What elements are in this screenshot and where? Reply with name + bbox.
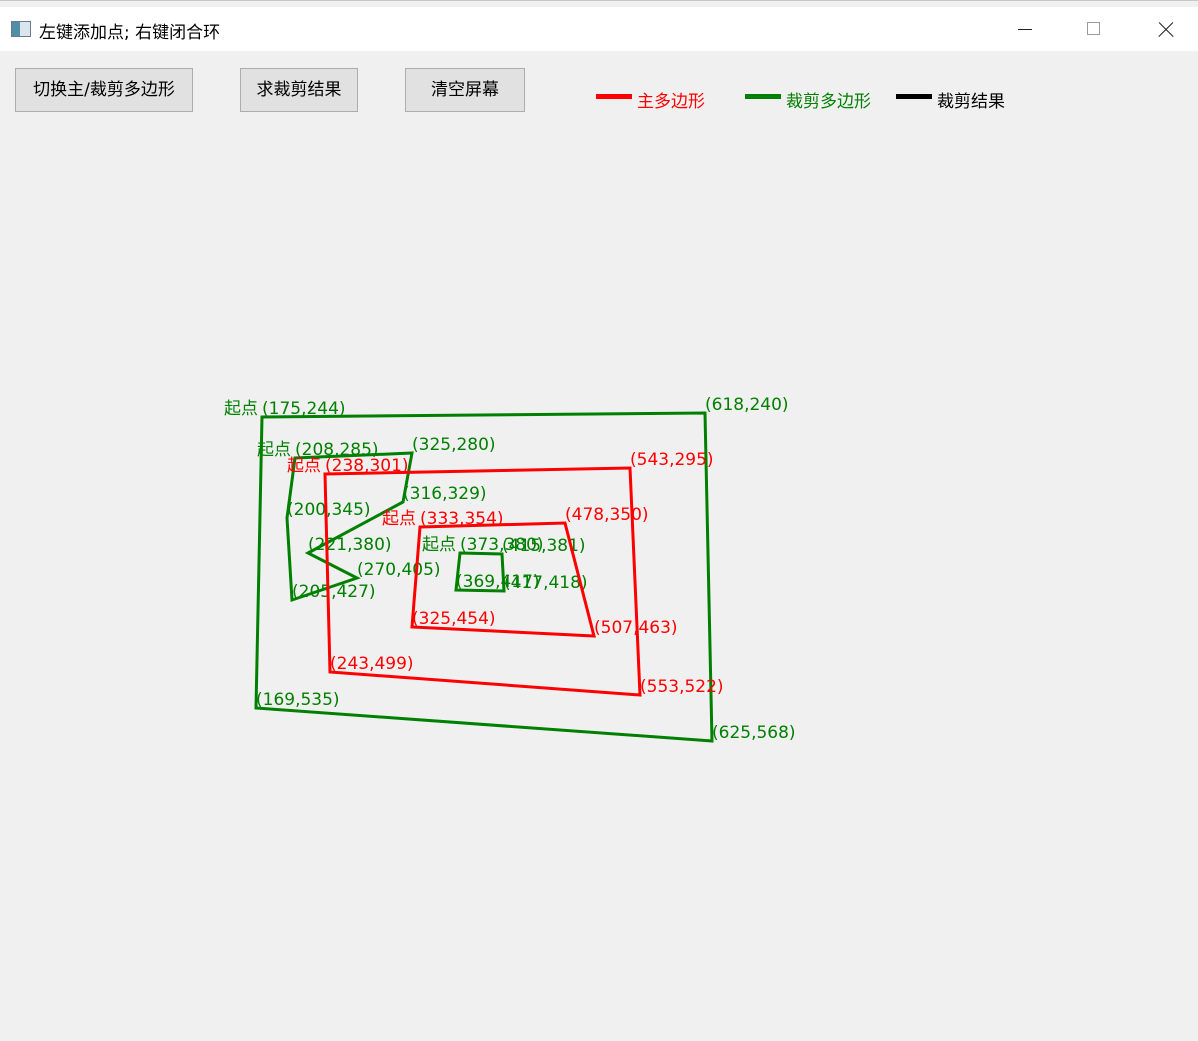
vertex-label: (325,280) (412, 435, 496, 455)
start-point-label: 起点 (422, 535, 456, 555)
start-point-label: 起点 (257, 440, 291, 460)
start-point-label: 起点 (224, 399, 258, 419)
vertex-label: (243,499) (330, 654, 414, 674)
vertex-label: (169,535) (256, 690, 340, 710)
vertex-label: (175,244) (262, 399, 346, 419)
vertex-label: (333,354) (420, 509, 504, 529)
vertex-label: (543,295) (630, 450, 714, 470)
vertex-label: (205,427) (292, 582, 376, 602)
vertex-label: (325,454) (412, 609, 496, 629)
vertex-label: (221,380) (308, 535, 392, 555)
drawing-canvas[interactable]: (175,244)起点 (618,240)(625,568)(169,535)(2… (0, 1, 1198, 1041)
start-point-label: 起点 (287, 456, 321, 476)
vertex-label: (316,329) (403, 484, 487, 504)
vertex-label: (625,568) (712, 723, 796, 743)
vertex-label: (507,463) (594, 618, 678, 638)
app-window: 左键添加点; 右键闭合环 切换主/裁剪多边形 求裁剪结果 清空屏幕 主多边形 裁… (0, 0, 1198, 1041)
vertex-label: (238,301) (325, 456, 409, 476)
vertex-label: (618,240) (705, 395, 789, 415)
vertex-label: (553,522) (640, 677, 724, 697)
vertex-label: (369,417) (456, 572, 540, 592)
start-point-label: 起点 (382, 509, 416, 529)
vertex-label: (478,350) (565, 505, 649, 525)
vertex-label: (200,345) (287, 500, 371, 520)
vertex-label: (270,405) (357, 560, 441, 580)
